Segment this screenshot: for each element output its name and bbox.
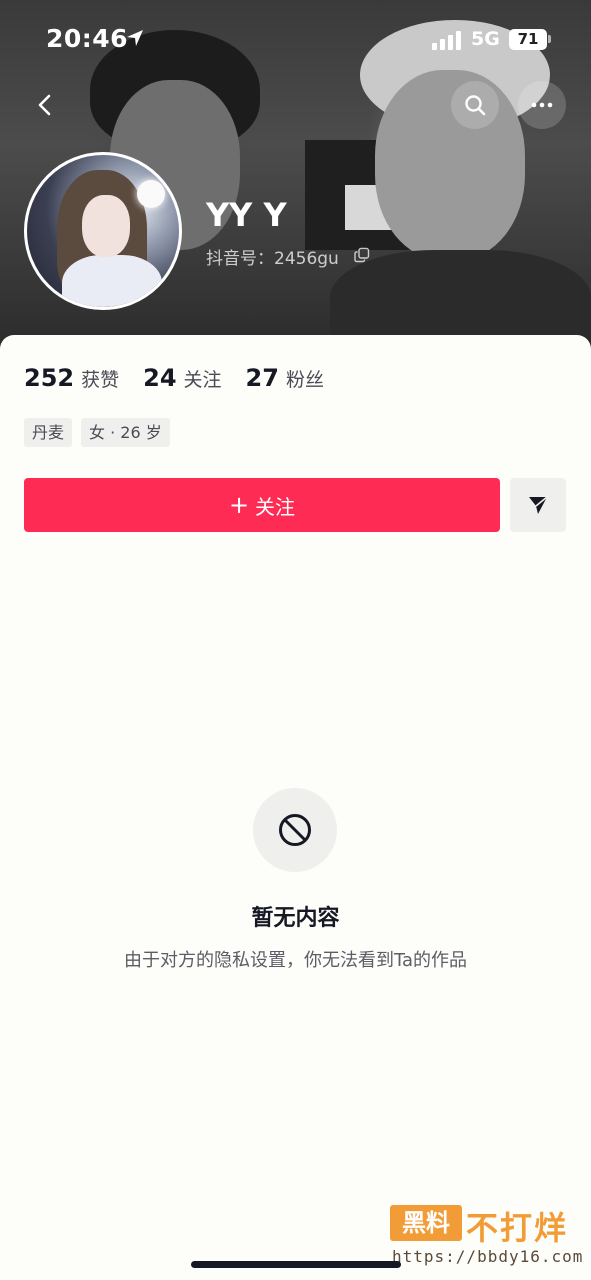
battery-level: 71 <box>509 29 547 50</box>
back-icon <box>38 94 51 116</box>
location-arrow-icon <box>127 30 143 46</box>
empty-state-description: 由于对方的隐私设置，你无法看到Ta的作品 <box>123 950 468 971</box>
search-button[interactable] <box>451 81 499 129</box>
plus-icon: + <box>228 491 250 519</box>
send-icon <box>529 496 548 514</box>
profile-name: YY Y <box>206 196 287 234</box>
copy-icon[interactable] <box>354 247 370 263</box>
tag-gender-age: 女 · 26 岁 <box>81 418 170 447</box>
stat-likes-value: 252 <box>24 364 75 392</box>
watermark-text: 不打烊 <box>466 1209 569 1247</box>
profile-stats: 252 获赞 24 关注 27 粉丝 <box>24 364 348 392</box>
stat-followers-label: 粉丝 <box>285 369 324 391</box>
send-message-button[interactable] <box>510 478 566 532</box>
more-icon <box>531 102 553 108</box>
empty-state-icon-wrap <box>253 788 337 872</box>
blocked-icon <box>279 814 311 846</box>
stat-following-value: 24 <box>143 364 177 392</box>
douyin-id: 抖音号：2456gu <box>206 249 339 269</box>
home-indicator[interactable] <box>191 1261 401 1268</box>
stat-likes[interactable]: 252 获赞 <box>24 364 119 392</box>
search-icon <box>465 95 486 116</box>
follow-label: 关注 <box>255 494 296 519</box>
avatar[interactable] <box>24 152 182 310</box>
stat-following[interactable]: 24 关注 <box>143 364 221 392</box>
more-button[interactable] <box>518 81 566 129</box>
watermark-url: https://bbdy16.com <box>392 1247 584 1266</box>
empty-state-title: 暂无内容 <box>251 906 340 931</box>
watermark-badge: 黑料 <box>390 1205 462 1241</box>
stat-likes-label: 获赞 <box>81 369 120 391</box>
tag-location: 丹麦 <box>24 418 73 447</box>
battery-nub <box>548 35 551 43</box>
follow-button[interactable]: + 关注 <box>24 478 500 532</box>
profile-tags: 丹麦 女 · 26 岁 <box>24 418 170 447</box>
signal-icon <box>432 31 461 50</box>
back-button[interactable] <box>22 81 70 129</box>
stat-followers[interactable]: 27 粉丝 <box>246 364 324 392</box>
network-type: 5G <box>471 28 500 50</box>
stat-following-label: 关注 <box>183 369 222 391</box>
stat-followers-value: 27 <box>245 364 279 392</box>
status-time: 20:46 <box>46 24 129 53</box>
